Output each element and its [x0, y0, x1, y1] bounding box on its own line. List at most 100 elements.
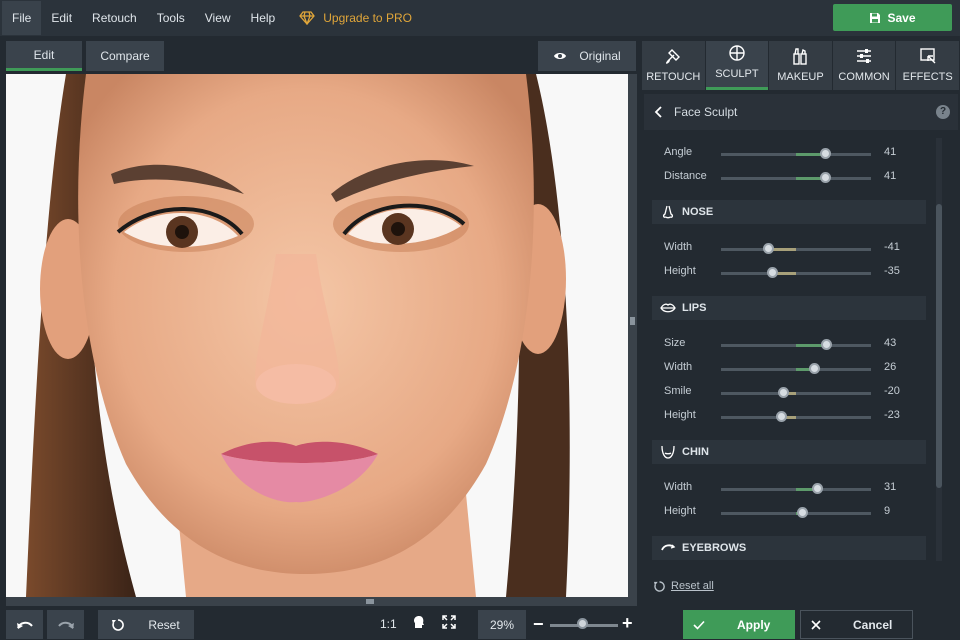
canvas-horizontal-scrollbar[interactable]: [6, 597, 637, 606]
slider-handle[interactable]: [776, 411, 787, 422]
group-header-nose[interactable]: NOSE: [652, 200, 926, 224]
group-title: EYEBROWS: [682, 542, 747, 554]
right-panel: RETOUCH SCULPT MAKEUP COMMON EFFECTS Fac…: [642, 36, 960, 606]
tab-compare[interactable]: Compare: [86, 41, 164, 71]
slider-track[interactable]: [721, 363, 871, 374]
group-header-lips[interactable]: LIPS: [652, 296, 926, 320]
save-button[interactable]: Save: [833, 4, 952, 31]
cancel-button[interactable]: Cancel: [800, 610, 913, 639]
canvas-vertical-scrollbar[interactable]: [628, 74, 637, 597]
undo-button[interactable]: [6, 610, 43, 639]
portrait-photo: [6, 74, 628, 597]
slider-track[interactable]: [721, 243, 871, 254]
slider-handle[interactable]: [767, 267, 778, 278]
chevron-left-icon[interactable]: [654, 106, 662, 118]
zoom-level-field[interactable]: 29%: [478, 610, 526, 639]
reset-all-link[interactable]: Reset all: [654, 580, 714, 592]
menu-bar: File Edit Retouch Tools View Help Upgrad…: [0, 0, 960, 36]
group-title: NOSE: [682, 206, 714, 218]
actual-size-button[interactable]: 1:1: [380, 617, 397, 631]
redo-icon: [57, 621, 74, 629]
group-title: CHIN: [682, 446, 709, 458]
tab-common-label: COMMON: [838, 71, 890, 83]
slider-row: Height -23: [652, 406, 937, 426]
slider-track[interactable]: [721, 267, 871, 278]
slider-handle[interactable]: [819, 172, 831, 183]
slider-handle[interactable]: [809, 363, 820, 374]
tool-tabs: RETOUCH SCULPT MAKEUP COMMON EFFECTS: [642, 41, 960, 95]
slider-handle[interactable]: [821, 339, 832, 350]
slider-row: Distance 41: [652, 167, 937, 187]
slider-track[interactable]: [721, 172, 871, 183]
slider-row: Size 43: [652, 334, 937, 354]
help-icon[interactable]: ?: [936, 105, 950, 119]
chin-icon: [661, 445, 675, 459]
slider-track[interactable]: [721, 507, 871, 518]
tab-effects[interactable]: EFFECTS: [896, 41, 959, 90]
slider-label: Width: [664, 361, 693, 373]
slider-label: Distance: [664, 170, 707, 182]
reset-all-label: Reset all: [671, 580, 714, 592]
panel-scroll-thumb[interactable]: [936, 204, 942, 488]
panel-title: Face Sculpt: [674, 105, 738, 119]
menu-file[interactable]: File: [2, 1, 42, 35]
redo-button[interactable]: [47, 610, 84, 639]
group-header-chin[interactable]: CHIN: [652, 440, 926, 464]
slider-track[interactable]: [721, 339, 871, 350]
slider-handle[interactable]: [777, 387, 789, 398]
tab-sculpt[interactable]: SCULPT: [705, 41, 769, 90]
slider-handle[interactable]: [819, 148, 831, 159]
hscroll-thumb[interactable]: [366, 599, 374, 604]
menu-view[interactable]: View: [195, 1, 241, 35]
menu-edit[interactable]: Edit: [41, 1, 82, 35]
reset-label: Reset: [148, 617, 180, 632]
slider-label: Angle: [664, 146, 693, 158]
slider-value: 26: [884, 361, 897, 373]
tab-makeup[interactable]: MAKEUP: [769, 41, 832, 90]
photo-canvas[interactable]: [6, 74, 628, 597]
eye-icon: [554, 53, 567, 59]
tab-effects-label: EFFECTS: [902, 71, 953, 83]
menu-help[interactable]: Help: [241, 1, 286, 35]
slider-value: -23: [884, 409, 900, 421]
group-header-eyebrows[interactable]: EYEBROWS: [652, 536, 926, 560]
tab-retouch[interactable]: RETOUCH: [642, 41, 705, 90]
view-toolbar: Edit Compare Original: [0, 36, 640, 74]
slider-row: Height 9: [652, 502, 937, 522]
slider-row: Width 31: [652, 478, 937, 498]
eyebrows-icon: [661, 544, 676, 551]
original-label: Original: [579, 49, 621, 63]
slider-track[interactable]: [721, 387, 871, 398]
slider-track[interactable]: [721, 148, 871, 159]
slider-handle[interactable]: [762, 243, 774, 254]
slider-handle[interactable]: [797, 507, 808, 518]
upgrade-link[interactable]: Upgrade to PRO: [299, 11, 412, 25]
retouch-brush-icon: [666, 49, 681, 64]
reset-icon: [654, 580, 665, 592]
zoom-in-button[interactable]: +: [622, 613, 633, 634]
menu-retouch[interactable]: Retouch: [82, 1, 147, 35]
menu-tools[interactable]: Tools: [147, 1, 195, 35]
head-icon[interactable]: [412, 615, 425, 629]
reset-button[interactable]: Reset: [98, 610, 194, 639]
slider-list: Angle 41 Distance 41 NOSE Width -41 Heig…: [652, 138, 937, 561]
slider-track[interactable]: [721, 483, 871, 494]
slider-label: Width: [664, 241, 693, 253]
tab-edit[interactable]: Edit: [6, 41, 82, 71]
sculpt-target-icon: [729, 45, 745, 61]
fit-screen-icon[interactable]: [442, 615, 456, 629]
original-button[interactable]: Original: [538, 41, 636, 71]
slider-row: Angle 41: [652, 143, 937, 163]
zoom-out-button[interactable]: −: [533, 614, 544, 635]
slider-track[interactable]: [721, 411, 871, 422]
zoom-slider-handle[interactable]: [576, 618, 588, 629]
apply-label: Apply: [737, 617, 771, 632]
apply-button[interactable]: Apply: [683, 610, 795, 639]
slider-value: 41: [884, 146, 897, 158]
slider-value: -20: [884, 385, 900, 397]
slider-handle[interactable]: [812, 483, 823, 494]
vscroll-thumb[interactable]: [630, 317, 635, 325]
tab-common[interactable]: COMMON: [832, 41, 896, 90]
effects-icon: [919, 48, 936, 64]
panel-scrollbar[interactable]: [936, 138, 942, 561]
